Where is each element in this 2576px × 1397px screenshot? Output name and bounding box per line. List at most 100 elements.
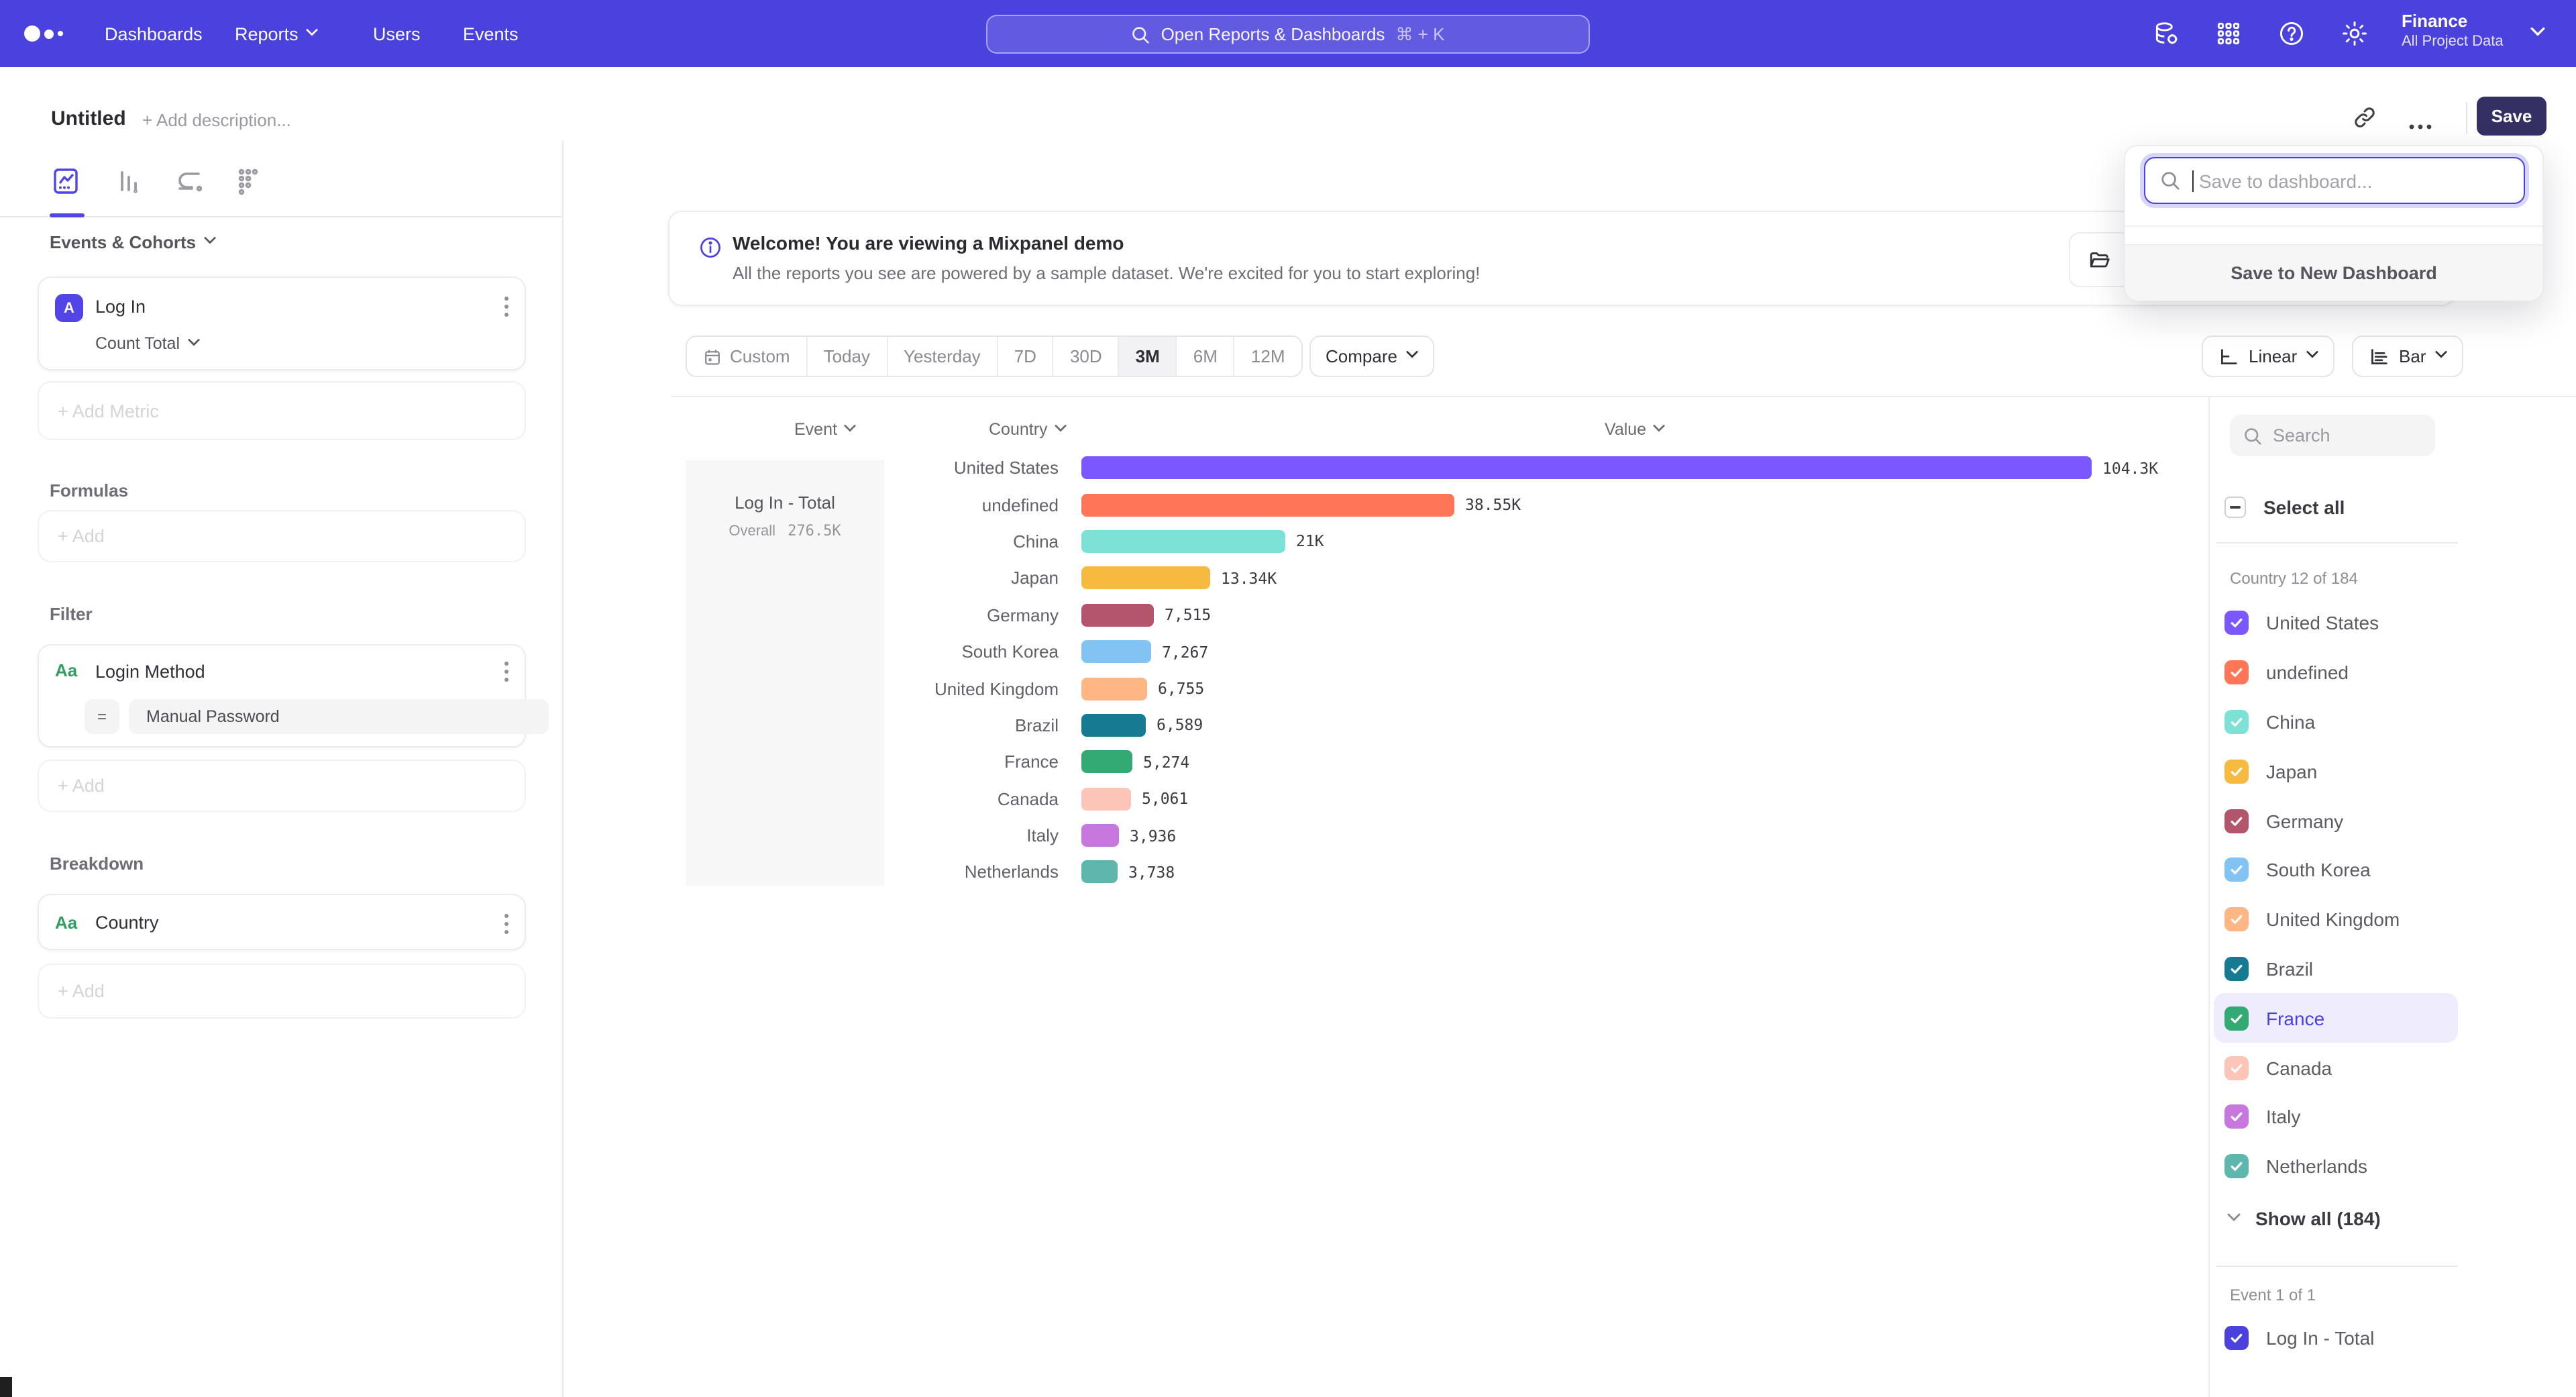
date-segment-7d[interactable]: 7D (998, 337, 1054, 376)
checked-checkbox[interactable] (2224, 760, 2249, 784)
metric-card[interactable]: A Log In Count Total (38, 276, 526, 370)
add-metric-button[interactable]: + Add Metric (38, 381, 526, 440)
bar-japan[interactable] (1081, 567, 1210, 590)
nav-item-reports[interactable]: Reports (235, 0, 319, 67)
breakdown-property-name[interactable]: Country (95, 913, 159, 933)
checked-checkbox[interactable] (2224, 858, 2249, 882)
country-filter-item-united-kingdom[interactable]: United Kingdom (2214, 895, 2458, 945)
bar-united-states[interactable] (1081, 456, 2092, 479)
date-segment-6m[interactable]: 6M (1177, 337, 1235, 376)
date-segment-3m[interactable]: 3M (1120, 337, 1177, 376)
bar-value-label: 5,061 (1142, 789, 1188, 808)
chevron-down-icon[interactable] (2530, 27, 2542, 39)
tab-funnels-bar-icon[interactable] (113, 165, 145, 197)
bar-china[interactable] (1081, 530, 1285, 553)
country-filter-item-brazil[interactable]: Brazil (2214, 944, 2458, 994)
checked-checkbox[interactable] (2224, 611, 2249, 635)
checked-checkbox[interactable] (2224, 660, 2249, 684)
bar-canada[interactable] (1081, 787, 1131, 810)
compare-button[interactable]: Compare (1309, 335, 1435, 377)
bar-value-label: 6,755 (1158, 679, 1204, 698)
country-filter-item-france[interactable]: France (2214, 994, 2458, 1043)
date-segment-custom[interactable]: Custom (687, 337, 808, 376)
checked-checkbox[interactable] (2224, 1326, 2249, 1350)
breakdown-card[interactable]: Aa Country (38, 894, 526, 950)
country-filter-item-italy[interactable]: Italy (2214, 1092, 2458, 1142)
bar-netherlands[interactable] (1081, 861, 1118, 884)
add-formula-button[interactable]: + Add (38, 510, 526, 562)
segment-search-input[interactable]: Search (2230, 415, 2435, 456)
filter-operator[interactable]: = (85, 699, 119, 734)
add-description-button[interactable]: + Add description... (142, 110, 291, 130)
date-segment-yesterday[interactable]: Yesterday (888, 337, 998, 376)
gear-icon[interactable] (2340, 19, 2369, 48)
column-header-country[interactable]: Country (989, 420, 1067, 439)
filter-property-name[interactable]: Login Method (95, 662, 205, 682)
kebab-icon[interactable] (504, 914, 508, 934)
data-settings-icon[interactable] (2152, 19, 2182, 48)
country-filter-item-netherlands[interactable]: Netherlands (2214, 1142, 2458, 1192)
country-filter-item-germany[interactable]: Germany (2214, 796, 2458, 845)
help-icon[interactable] (2277, 19, 2306, 48)
nav-item-events[interactable]: Events (463, 0, 519, 67)
event-filter-item[interactable]: Log In - Total (2224, 1326, 2374, 1350)
link-icon[interactable] (2352, 105, 2377, 137)
country-filter-item-china[interactable]: China (2214, 697, 2458, 747)
chart-type-button[interactable]: Bar (2352, 335, 2463, 377)
checked-checkbox[interactable] (2224, 1006, 2249, 1031)
filter-value[interactable]: Manual Password (129, 699, 549, 734)
save-to-new-dashboard-button[interactable]: Save to New Dashboard (2125, 244, 2542, 301)
nav-item-users[interactable]: Users (373, 0, 421, 67)
aggregation-selector[interactable]: Count Total (95, 334, 200, 353)
checked-checkbox[interactable] (2224, 710, 2249, 734)
bar-undefined[interactable] (1081, 493, 1454, 516)
add-breakdown-button[interactable]: + Add (38, 964, 526, 1019)
bar-united-kingdom[interactable] (1081, 677, 1147, 700)
checked-checkbox[interactable] (2224, 1105, 2249, 1129)
more-actions-ellipsis-icon[interactable] (2408, 113, 2432, 137)
add-filter-button[interactable]: + Add (38, 760, 526, 812)
checked-checkbox[interactable] (2224, 907, 2249, 931)
select-all-toggle[interactable]: Select all (2224, 497, 2345, 518)
checked-checkbox[interactable] (2224, 957, 2249, 981)
project-switcher[interactable]: Finance All Project Data (2402, 11, 2504, 50)
scale-selector-button[interactable]: Linear (2202, 335, 2334, 377)
filter-card[interactable]: Aa Login Method = Manual Password (38, 644, 526, 747)
date-segment-12m[interactable]: 12M (1235, 337, 1301, 376)
bar-germany[interactable] (1081, 604, 1154, 627)
global-search[interactable]: Open Reports & Dashboards ⌘ + K (986, 15, 1590, 54)
tab-insights-chart-icon[interactable] (50, 165, 82, 197)
metric-event-name[interactable]: Log In (95, 297, 146, 317)
show-all-toggle[interactable]: Show all (184) (2227, 1208, 2381, 1229)
kebab-icon[interactable] (504, 662, 508, 682)
date-segment-30d[interactable]: 30D (1054, 337, 1120, 376)
checked-checkbox[interactable] (2224, 809, 2249, 833)
checked-checkbox[interactable] (2224, 1055, 2249, 1080)
bar-france[interactable] (1081, 751, 1132, 774)
date-segment-today[interactable]: Today (808, 337, 888, 376)
apps-grid-icon[interactable] (2214, 19, 2243, 48)
bar-south-korea[interactable] (1081, 640, 1151, 663)
dashboard-search-input[interactable]: Save to dashboard... (2144, 157, 2525, 204)
country-filter-item-japan[interactable]: Japan (2214, 747, 2458, 796)
save-button[interactable]: Save (2477, 97, 2546, 136)
country-filter-item-south-korea[interactable]: South Korea (2214, 845, 2458, 895)
events-cohorts-header[interactable]: Events & Cohorts (50, 232, 216, 252)
bar-italy[interactable] (1081, 824, 1119, 847)
country-filter-item-united-states[interactable]: United States (2214, 599, 2458, 648)
country-filter-item-canada[interactable]: Canada (2214, 1043, 2458, 1092)
column-header-event[interactable]: Event (794, 420, 856, 439)
nav-item-dashboards[interactable]: Dashboards (105, 0, 203, 67)
country-filter-item-undefined[interactable]: undefined (2214, 648, 2458, 698)
bar-row: South Korea7,267 (696, 633, 2186, 670)
segment-label: 7D (1014, 346, 1036, 366)
kebab-icon[interactable] (504, 297, 508, 317)
tab-flows-icon[interactable] (173, 165, 205, 197)
tab-retention-icon[interactable] (232, 165, 264, 197)
indeterminate-checkbox[interactable] (2224, 497, 2246, 518)
checked-checkbox[interactable] (2224, 1154, 2249, 1178)
report-title[interactable]: Untitled (51, 107, 126, 130)
mixpanel-logo-icon[interactable] (24, 0, 63, 67)
bar-brazil[interactable] (1081, 714, 1146, 737)
column-header-value[interactable]: Value (1605, 420, 1665, 439)
